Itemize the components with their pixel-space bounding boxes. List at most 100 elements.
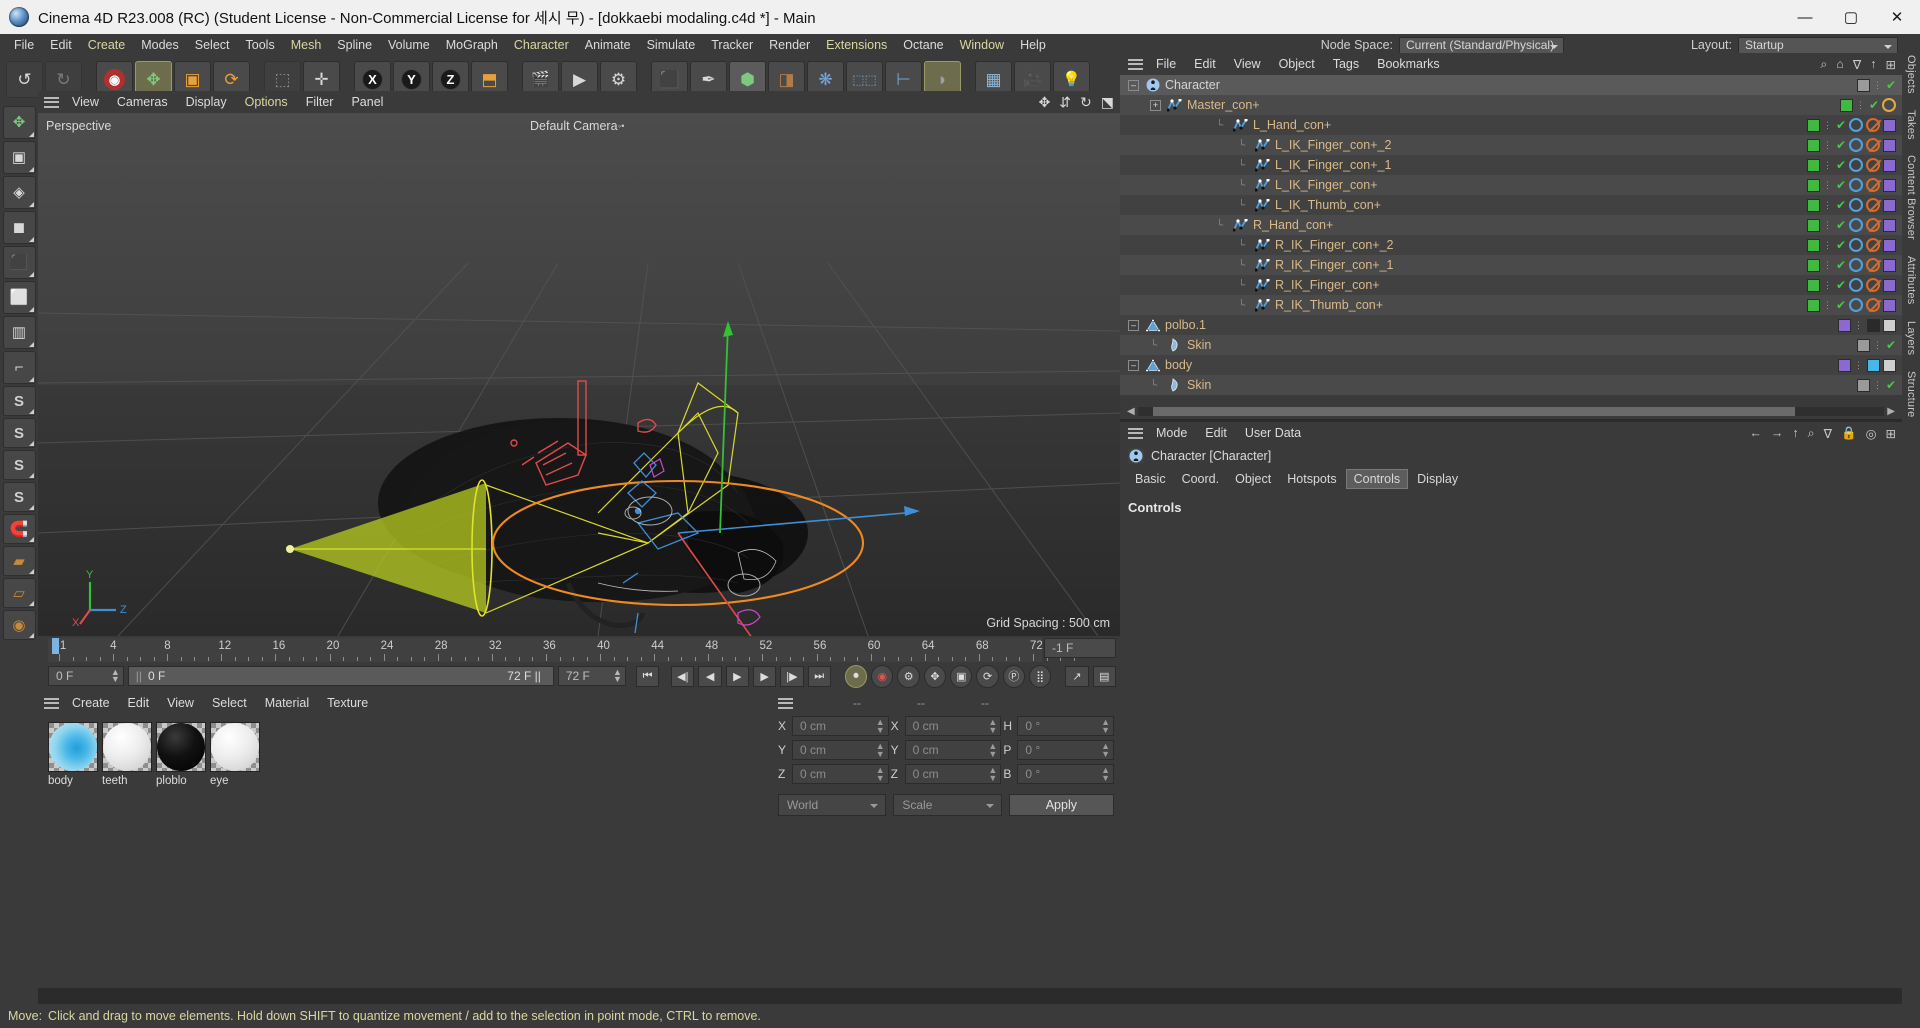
enable-check-icon[interactable]: ✔ [1886, 338, 1896, 352]
visibility-dots-icon[interactable]: ⋮ [1823, 160, 1833, 171]
menu-simulate[interactable]: Simulate [639, 34, 704, 56]
xpresso-tag-icon[interactable] [1849, 178, 1863, 192]
object-row[interactable]: └ L_Hand_con+ ⋮ ✔ [1120, 115, 1902, 135]
display-color-tag[interactable] [1806, 158, 1820, 172]
coordinates-menu-icon[interactable] [778, 697, 793, 709]
uv-tag[interactable] [1883, 318, 1896, 332]
xpresso-tag-icon[interactable] [1849, 298, 1863, 312]
back-arrow-icon[interactable]: ← [1749, 426, 1762, 440]
display-color-tag[interactable] [1806, 198, 1820, 212]
object-row[interactable]: – body ⋮ [1120, 355, 1902, 375]
expand-icon[interactable]: + [1150, 99, 1161, 111]
lock-icon[interactable]: 🔒 [1841, 426, 1857, 441]
object-horizontal-scrollbar[interactable]: ◀ ▶ [1120, 403, 1902, 419]
menu-octane[interactable]: Octane [895, 34, 951, 56]
visibility-dots-icon[interactable]: ⋮ [1823, 140, 1833, 151]
spinner-icon[interactable]: ▲ ▼ [988, 718, 997, 735]
material-menu-material[interactable]: Material [256, 696, 318, 710]
menu-render[interactable]: Render [761, 34, 818, 56]
weight-tag[interactable] [1883, 138, 1896, 152]
material-menu-edit[interactable]: Edit [119, 696, 159, 710]
object-menu-icon[interactable] [1128, 58, 1143, 70]
enable-check-icon[interactable]: ✔ [1836, 298, 1846, 312]
material-item[interactable]: teeth [102, 722, 152, 787]
attributes-tab-basic[interactable]: Basic [1128, 470, 1173, 488]
display-color-tag[interactable] [1838, 358, 1851, 372]
visibility-dots-icon[interactable]: ⋮ [1856, 100, 1866, 111]
weight-tag[interactable] [1883, 178, 1896, 192]
filter-icon[interactable]: ∇ [1853, 57, 1861, 72]
object-row[interactable]: └ L_IK_Finger_con+ ⋮ ✔ [1120, 175, 1902, 195]
constraint-tag-icon[interactable] [1866, 158, 1882, 173]
enable-check-icon[interactable]: ✔ [1869, 98, 1879, 112]
object-row[interactable]: + Master_con+ ⋮ ✔ [1120, 95, 1902, 115]
layout-select[interactable]: Startup [1738, 36, 1898, 54]
collapse-icon[interactable]: – [1128, 79, 1139, 91]
magnet-button[interactable]: 🧲 [2, 514, 36, 544]
enable-check-icon[interactable]: ✔ [1836, 158, 1846, 172]
enable-check-icon[interactable]: ✔ [1836, 178, 1846, 192]
move-tool-button[interactable]: ✥ [2, 106, 36, 139]
transport-curves-button[interactable]: ↗ [1065, 665, 1089, 687]
constraint-tag-icon[interactable] [1866, 138, 1882, 153]
vertical-tab-objects[interactable]: Objects [1905, 47, 1917, 102]
material-menu-icon[interactable] [44, 697, 59, 709]
weight-tag[interactable] [1883, 258, 1896, 272]
preview-end-field-spinner-icon[interactable]: ▲ ▼ [613, 668, 622, 684]
up-arrow-icon[interactable]: ↑ [1792, 426, 1798, 440]
rotation-p-field[interactable]: 0 ° ▲ ▼ [1017, 740, 1115, 760]
target-icon[interactable]: ◎ [1866, 426, 1877, 441]
range-grip-icon[interactable]: || [136, 669, 142, 683]
object-tree[interactable]: – Character ⋮ ✔ + Master_con+ ⋮ ✔ └ L_Hand_con+ ⋮ ✔… [1120, 75, 1902, 401]
material-item[interactable]: body [48, 722, 98, 787]
attributes-tab-object[interactable]: Object [1228, 470, 1278, 488]
material-menu-texture[interactable]: Texture [318, 696, 377, 710]
visibility-dots-icon[interactable]: ⋮ [1823, 200, 1833, 211]
spinner-icon[interactable]: ▲ ▼ [988, 742, 997, 759]
viewport-menu-options[interactable]: Options [236, 95, 297, 109]
visibility-dots-icon[interactable]: ⋮ [1873, 380, 1883, 391]
menu-spline[interactable]: Spline [329, 34, 380, 56]
material-item[interactable]: eye [210, 722, 260, 787]
preview-end-field[interactable]: 72 F ▲ ▼ [557, 666, 626, 686]
vertical-tab-attributes[interactable]: Attributes [1905, 248, 1917, 312]
maximize-view-icon[interactable]: ⬔ [1101, 95, 1114, 109]
node-space-select[interactable]: Current (Standard/Physical) [1399, 36, 1564, 54]
spinner-icon[interactable]: ▲ ▼ [876, 766, 885, 783]
object-row[interactable]: └ R_IK_Finger_con+ ⋮ ✔ [1120, 275, 1902, 295]
display-color-tag[interactable] [1806, 298, 1820, 312]
plus-icon[interactable]: ⊞ [1886, 426, 1896, 441]
transport-autokey-button[interactable]: ◉ [871, 664, 894, 688]
weight-tag[interactable] [1883, 158, 1896, 172]
collapse-icon[interactable]: – [1128, 359, 1139, 371]
material-thumbnail[interactable] [48, 722, 98, 772]
menu-mograph[interactable]: MoGraph [438, 34, 506, 56]
render-visibility-tag[interactable] [1856, 78, 1870, 92]
size-z-field[interactable]: 0 cm ▲ ▼ [904, 764, 1002, 784]
enable-check-icon[interactable]: ✔ [1836, 238, 1846, 252]
viewport-menu-icon[interactable] [44, 96, 59, 108]
display-color-tag[interactable] [1806, 238, 1820, 252]
display-color-tag[interactable] [1806, 118, 1820, 132]
spiral-button[interactable]: ◉ [2, 610, 36, 640]
weight-tag[interactable] [1883, 238, 1896, 252]
grid-b-button[interactable]: ▱ [2, 578, 36, 608]
viewport-menu-display[interactable]: Display [177, 95, 236, 109]
menu-mesh[interactable]: Mesh [283, 34, 330, 56]
point-mode-button[interactable]: ▣ [2, 141, 36, 174]
attributes-menu-user-data[interactable]: User Data [1236, 426, 1310, 440]
display-color-tag[interactable] [1806, 178, 1820, 192]
viewport-menu-view[interactable]: View [63, 95, 108, 109]
minimize-button[interactable]: — [1782, 0, 1828, 34]
material-menu-create[interactable]: Create [63, 696, 119, 710]
enable-check-icon[interactable]: ✔ [1836, 258, 1846, 272]
object-row[interactable]: └ Skin ⋮ ✔ [1120, 335, 1902, 355]
viewport-canvas[interactable]: Perspective Default Camera ◦• Grid Spaci… [38, 113, 1120, 636]
snap-s2-button[interactable]: S [2, 418, 36, 448]
visibility-dots-icon[interactable]: ⋮ [1873, 340, 1883, 351]
menu-extensions[interactable]: Extensions [818, 34, 895, 56]
viewport-menu-panel[interactable]: Panel [342, 95, 392, 109]
constraint-tag-icon[interactable] [1866, 118, 1882, 133]
attributes-menu-edit[interactable]: Edit [1196, 426, 1236, 440]
constraint-tag-icon[interactable] [1866, 298, 1882, 313]
